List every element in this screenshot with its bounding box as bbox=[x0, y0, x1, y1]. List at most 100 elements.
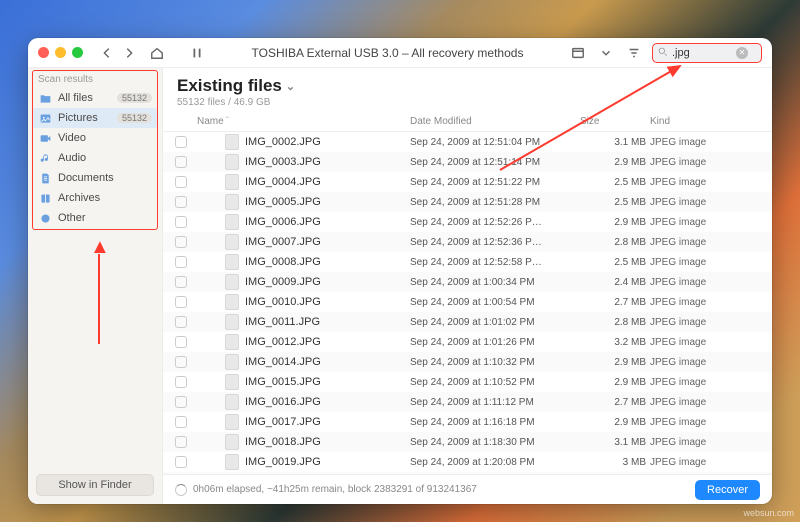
column-size[interactable]: Size bbox=[580, 116, 650, 127]
zoom-window-button[interactable] bbox=[72, 47, 83, 58]
file-name: IMG_0002.JPG bbox=[245, 136, 321, 148]
home-button[interactable] bbox=[147, 43, 167, 63]
file-date: Sep 24, 2009 at 1:00:54 PM bbox=[410, 297, 580, 308]
file-name: IMG_0007.JPG bbox=[245, 236, 321, 248]
row-checkbox[interactable] bbox=[175, 136, 187, 148]
file-name: IMG_0005.JPG bbox=[245, 196, 321, 208]
file-date: Sep 24, 2009 at 1:01:26 PM bbox=[410, 337, 580, 348]
table-row[interactable]: IMG_0007.JPG Sep 24, 2009 at 12:52:36 P…… bbox=[163, 232, 772, 252]
view-mode-button[interactable] bbox=[568, 43, 588, 63]
table-row[interactable]: IMG_0014.JPG Sep 24, 2009 at 1:10:32 PM … bbox=[163, 352, 772, 372]
row-checkbox[interactable] bbox=[175, 256, 187, 268]
row-checkbox[interactable] bbox=[175, 376, 187, 388]
table-row[interactable]: IMG_0004.JPG Sep 24, 2009 at 12:51:22 PM… bbox=[163, 172, 772, 192]
row-checkbox[interactable] bbox=[175, 196, 187, 208]
table-row[interactable]: IMG_0008.JPG Sep 24, 2009 at 12:52:58 P…… bbox=[163, 252, 772, 272]
row-checkbox[interactable] bbox=[175, 416, 187, 428]
file-icon bbox=[225, 254, 239, 270]
sidebar-item-all-files[interactable]: All files55132 bbox=[28, 88, 162, 108]
sidebar-item-audio[interactable]: Audio bbox=[28, 148, 162, 168]
file-date: Sep 24, 2009 at 12:51:22 PM bbox=[410, 177, 580, 188]
file-name: IMG_0004.JPG bbox=[245, 176, 321, 188]
sidebar-item-badge: 55132 bbox=[117, 113, 152, 123]
table-row[interactable]: IMG_0019.JPG Sep 24, 2009 at 1:20:08 PM … bbox=[163, 452, 772, 472]
table-row[interactable]: IMG_0015.JPG Sep 24, 2009 at 1:10:52 PM … bbox=[163, 372, 772, 392]
row-checkbox[interactable] bbox=[175, 296, 187, 308]
file-name: IMG_0019.JPG bbox=[245, 456, 321, 468]
sidebar-item-pictures[interactable]: Pictures55132 bbox=[32, 108, 158, 128]
table-row[interactable]: IMG_0003.JPG Sep 24, 2009 at 12:51:14 PM… bbox=[163, 152, 772, 172]
row-checkbox[interactable] bbox=[175, 336, 187, 348]
file-name: IMG_0011.JPG bbox=[245, 316, 320, 328]
search-input[interactable] bbox=[672, 47, 732, 59]
chevron-down-icon[interactable] bbox=[596, 43, 616, 63]
table-row[interactable]: IMG_0010.JPG Sep 24, 2009 at 1:00:54 PM … bbox=[163, 292, 772, 312]
other-icon bbox=[38, 211, 52, 225]
table-row[interactable]: IMG_0006.JPG Sep 24, 2009 at 12:52:26 P…… bbox=[163, 212, 772, 232]
file-date: Sep 24, 2009 at 1:01:02 PM bbox=[410, 317, 580, 328]
file-size: 2.5 MB bbox=[580, 257, 650, 268]
filter-button[interactable] bbox=[624, 43, 644, 63]
sidebar-item-documents[interactable]: Documents bbox=[28, 168, 162, 188]
file-icon bbox=[225, 274, 239, 290]
file-icon bbox=[225, 414, 239, 430]
file-list[interactable]: IMG_0002.JPG Sep 24, 2009 at 12:51:04 PM… bbox=[163, 132, 772, 474]
sidebar-item-other[interactable]: Other bbox=[28, 208, 162, 228]
file-name: IMG_0014.JPG bbox=[245, 356, 321, 368]
document-icon bbox=[38, 171, 52, 185]
close-window-button[interactable] bbox=[38, 47, 49, 58]
file-date: Sep 24, 2009 at 1:00:34 PM bbox=[410, 277, 580, 288]
file-icon bbox=[225, 354, 239, 370]
file-name: IMG_0015.JPG bbox=[245, 376, 321, 388]
file-date: Sep 24, 2009 at 12:51:04 PM bbox=[410, 137, 580, 148]
table-row[interactable]: IMG_0012.JPG Sep 24, 2009 at 1:01:26 PM … bbox=[163, 332, 772, 352]
clear-search-button[interactable]: ✕ bbox=[736, 47, 748, 59]
file-kind: JPEG image bbox=[650, 297, 760, 308]
row-checkbox[interactable] bbox=[175, 356, 187, 368]
folder-icon bbox=[38, 91, 52, 105]
section-title[interactable]: Existing files ⌄ bbox=[177, 76, 758, 96]
column-date[interactable]: Date Modified bbox=[410, 116, 580, 127]
row-checkbox[interactable] bbox=[175, 276, 187, 288]
minimize-window-button[interactable] bbox=[55, 47, 66, 58]
file-size: 2.9 MB bbox=[580, 377, 650, 388]
table-row[interactable]: IMG_0011.JPG Sep 24, 2009 at 1:01:02 PM … bbox=[163, 312, 772, 332]
file-icon bbox=[225, 434, 239, 450]
file-name: IMG_0016.JPG bbox=[245, 396, 321, 408]
table-row[interactable]: IMG_0002.JPG Sep 24, 2009 at 12:51:04 PM… bbox=[163, 132, 772, 152]
status-text: 0h06m elapsed, ~41h25m remain, block 238… bbox=[193, 484, 477, 495]
window-title: TOSHIBA External USB 3.0 – All recovery … bbox=[215, 46, 560, 60]
search-icon bbox=[657, 46, 668, 60]
table-row[interactable]: IMG_0017.JPG Sep 24, 2009 at 1:16:18 PM … bbox=[163, 412, 772, 432]
search-field[interactable]: ✕ bbox=[652, 43, 762, 63]
row-checkbox[interactable] bbox=[175, 216, 187, 228]
forward-button[interactable] bbox=[119, 43, 139, 63]
file-size: 2.9 MB bbox=[580, 157, 650, 168]
row-checkbox[interactable] bbox=[175, 316, 187, 328]
file-size: 2.7 MB bbox=[580, 397, 650, 408]
file-icon bbox=[225, 454, 239, 470]
file-size: 2.8 MB bbox=[580, 237, 650, 248]
row-checkbox[interactable] bbox=[175, 176, 187, 188]
sidebar-item-video[interactable]: Video bbox=[28, 128, 162, 148]
file-size: 2.5 MB bbox=[580, 177, 650, 188]
file-icon bbox=[225, 334, 239, 350]
row-checkbox[interactable] bbox=[175, 236, 187, 248]
table-row[interactable]: IMG_0009.JPG Sep 24, 2009 at 1:00:34 PM … bbox=[163, 272, 772, 292]
sidebar-item-archives[interactable]: Archives bbox=[28, 188, 162, 208]
window-controls bbox=[38, 47, 83, 58]
row-checkbox[interactable] bbox=[175, 156, 187, 168]
show-in-finder-button[interactable]: Show in Finder bbox=[36, 474, 154, 496]
row-checkbox[interactable] bbox=[175, 396, 187, 408]
table-row[interactable]: IMG_0016.JPG Sep 24, 2009 at 1:11:12 PM … bbox=[163, 392, 772, 412]
row-checkbox[interactable] bbox=[175, 436, 187, 448]
pause-button[interactable] bbox=[187, 43, 207, 63]
table-row[interactable]: IMG_0018.JPG Sep 24, 2009 at 1:18:30 PM … bbox=[163, 432, 772, 452]
table-row[interactable]: IMG_0005.JPG Sep 24, 2009 at 12:51:28 PM… bbox=[163, 192, 772, 212]
recover-button[interactable]: Recover bbox=[695, 480, 760, 500]
file-size: 2.5 MB bbox=[580, 197, 650, 208]
column-name[interactable]: Nameˆ bbox=[197, 116, 410, 127]
row-checkbox[interactable] bbox=[175, 456, 187, 468]
column-kind[interactable]: Kind bbox=[650, 116, 760, 127]
back-button[interactable] bbox=[97, 43, 117, 63]
